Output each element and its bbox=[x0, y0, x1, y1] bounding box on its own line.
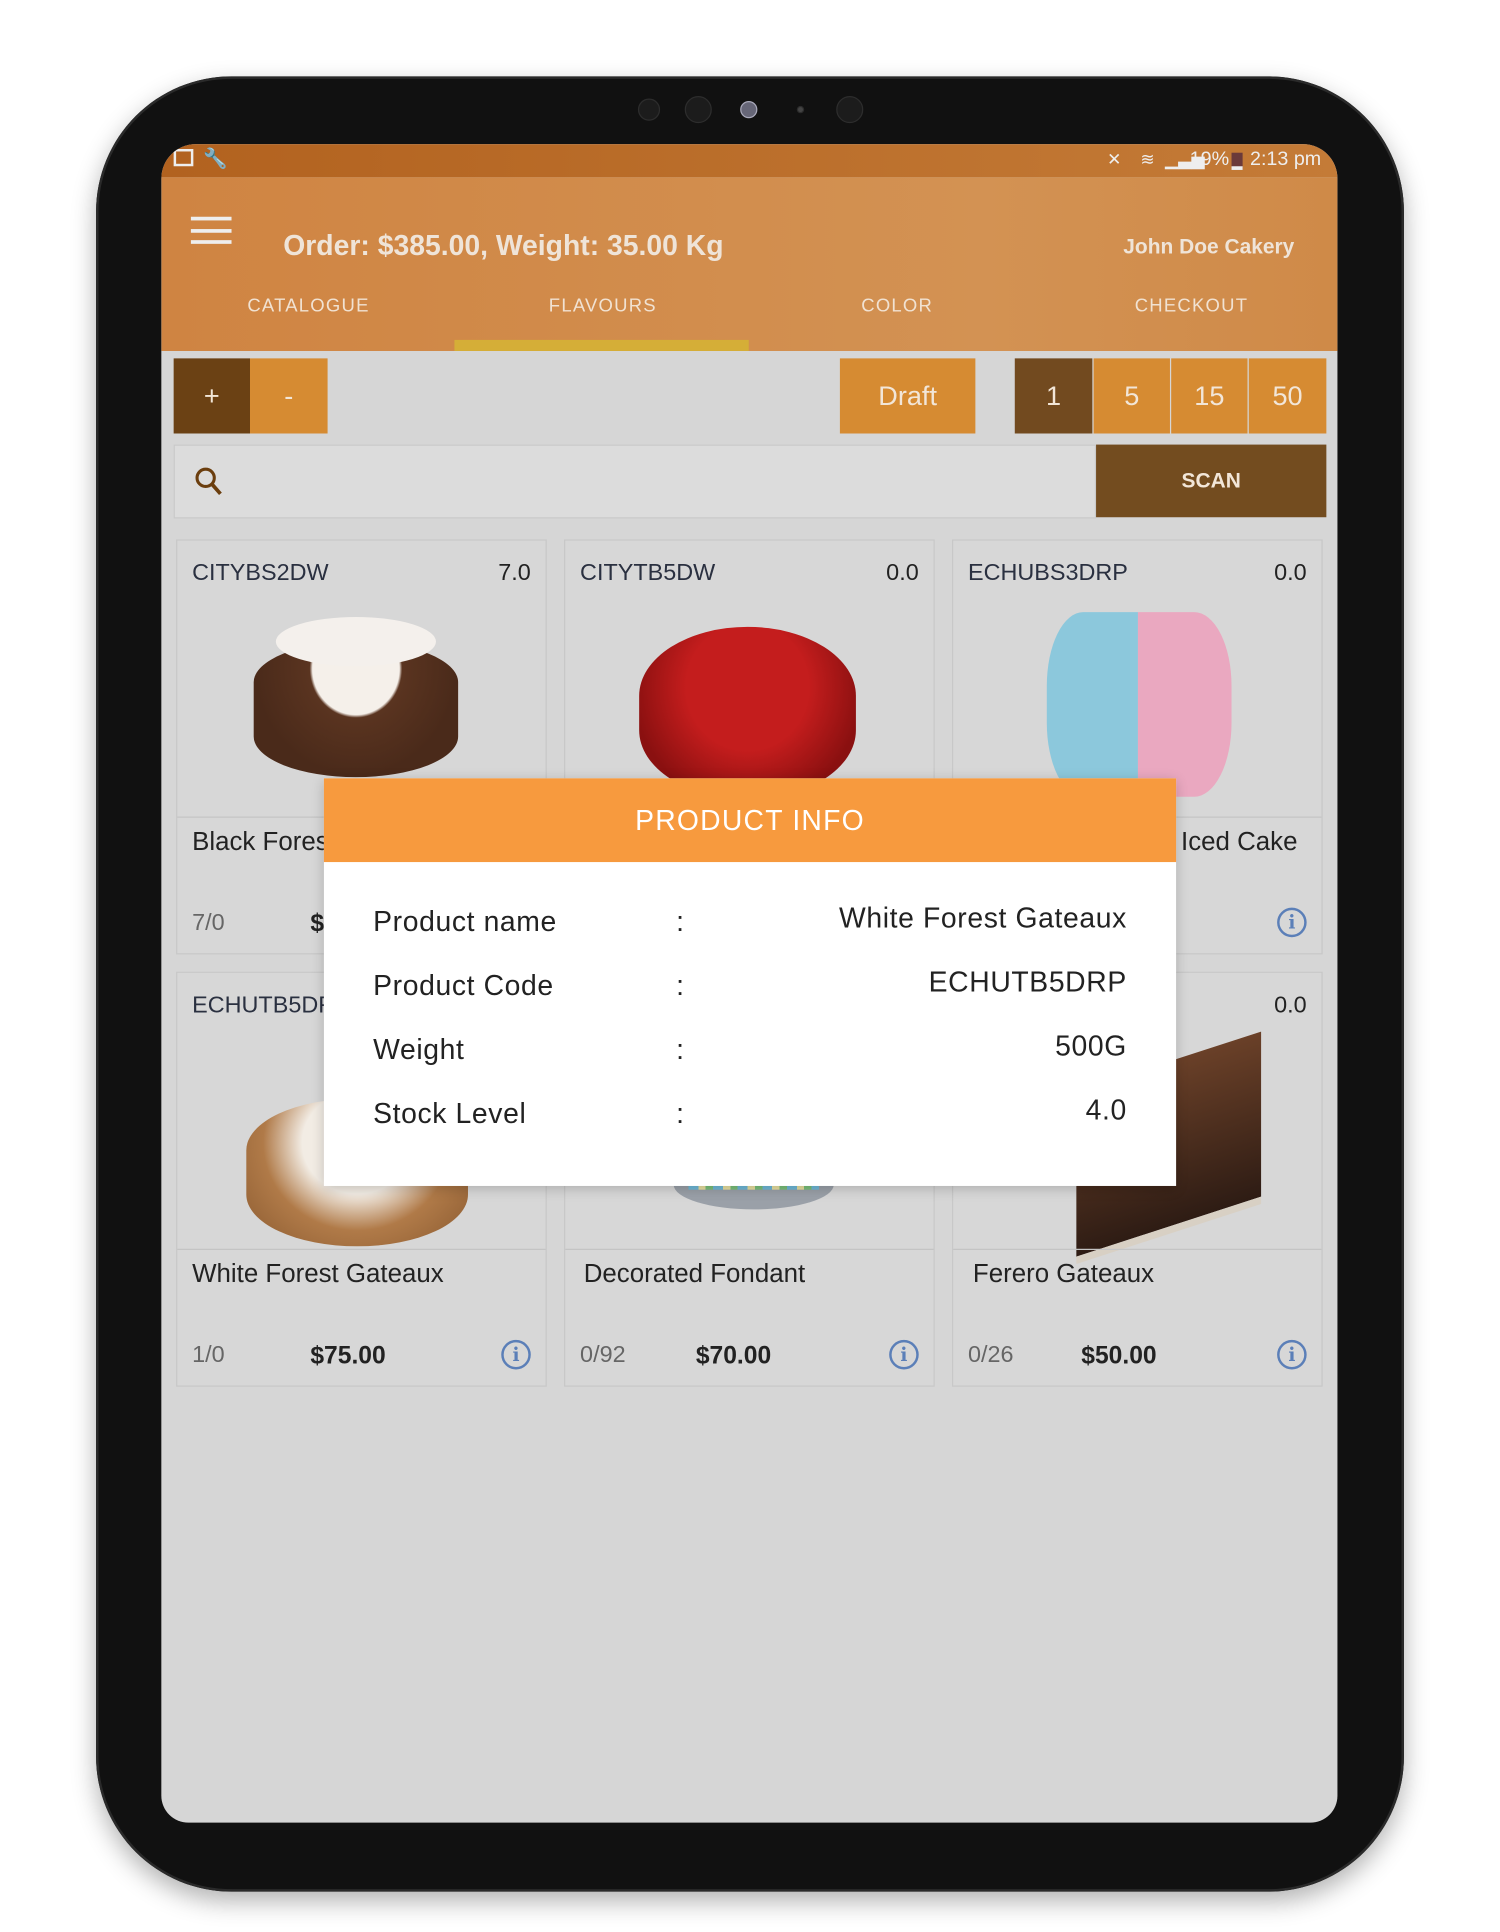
info-icon[interactable]: i bbox=[1277, 1339, 1307, 1370]
row-separator: : bbox=[676, 1097, 685, 1130]
product-price: $75.00 bbox=[310, 1342, 386, 1370]
product-name: White Forest Gateaux bbox=[192, 1259, 444, 1289]
row-separator: : bbox=[676, 1033, 685, 1066]
tab-indicator bbox=[454, 339, 749, 351]
search-icon bbox=[195, 467, 222, 496]
mute-icon: ✕ bbox=[1107, 149, 1122, 169]
row-value: ECHUTB5DRP bbox=[928, 965, 1127, 998]
qty-5-button[interactable]: 5 bbox=[1093, 358, 1170, 434]
order-summary: Order: $385.00, Weight: 35.00 Kg bbox=[283, 229, 724, 262]
product-price: $ bbox=[310, 910, 325, 938]
qty-50-button[interactable]: 50 bbox=[1248, 358, 1327, 434]
row-label: Product Code bbox=[373, 969, 554, 1002]
row-label: Product name bbox=[373, 905, 557, 938]
search-field[interactable] bbox=[173, 444, 1097, 519]
tab-flavours[interactable]: FLAVOURS bbox=[456, 296, 750, 317]
sensor bbox=[684, 96, 712, 124]
sensor bbox=[796, 105, 805, 114]
dialog-title: PRODUCT INFO bbox=[323, 778, 1177, 863]
row-value: 4.0 bbox=[1085, 1093, 1127, 1126]
product-quantity: 0.0 bbox=[1274, 992, 1307, 1019]
app-bar: Order: $385.00, Weight: 35.00 Kg John Do… bbox=[161, 177, 1338, 351]
wrench-icon: 🔧 bbox=[203, 149, 228, 170]
info-icon[interactable]: i bbox=[889, 1339, 919, 1370]
add-button[interactable]: + bbox=[173, 358, 251, 434]
product-code: CITYBS2DW bbox=[192, 560, 329, 587]
draft-button[interactable]: Draft bbox=[839, 358, 976, 434]
row-label: Stock Level bbox=[373, 1097, 527, 1130]
row-value: 500G bbox=[1055, 1029, 1127, 1062]
product-code: ECHUBS3DRP bbox=[967, 560, 1128, 587]
divider bbox=[565, 1248, 934, 1251]
qty-1-button[interactable]: 1 bbox=[1014, 358, 1093, 434]
status-bar: 🔧 ✕ ≋ ▁▃▅ 19% 2:13 pm bbox=[161, 144, 1338, 178]
sensor bbox=[836, 96, 864, 124]
product-quantity: 0.0 bbox=[1274, 560, 1307, 587]
sensor bbox=[637, 98, 661, 121]
battery-level: 19% bbox=[1189, 149, 1230, 170]
info-icon[interactable]: i bbox=[1277, 907, 1307, 938]
tab-catalogue[interactable]: CATALOGUE bbox=[161, 296, 455, 317]
tab-color[interactable]: COLOR bbox=[750, 296, 1044, 317]
product-price: $50.00 bbox=[1081, 1342, 1157, 1370]
row-value: White Forest Gateaux bbox=[839, 901, 1127, 934]
wifi-icon: ≋ bbox=[1140, 149, 1155, 169]
product-price: $70.00 bbox=[695, 1342, 772, 1370]
product-code: ECHUTB5DF bbox=[192, 992, 333, 1019]
info-icon[interactable]: i bbox=[501, 1339, 531, 1370]
menu-icon[interactable] bbox=[190, 216, 232, 244]
battery-icon bbox=[1231, 152, 1243, 170]
front-camera bbox=[740, 100, 758, 119]
product-stock: 0/92 bbox=[580, 1342, 626, 1369]
remove-button[interactable]: - bbox=[250, 358, 328, 434]
search-input[interactable] bbox=[236, 458, 1074, 505]
product-name: Black Fores bbox=[192, 827, 329, 856]
gallery-icon bbox=[173, 149, 194, 167]
tab-checkout[interactable]: CHECKOUT bbox=[1044, 296, 1337, 317]
product-code: CITYTB5DW bbox=[580, 560, 716, 587]
product-quantity: 7.0 bbox=[498, 560, 531, 587]
product-quantity: 0.0 bbox=[886, 560, 919, 587]
divider bbox=[953, 1248, 1322, 1251]
product-name: Iced Cake bbox=[1181, 827, 1298, 856]
divider bbox=[177, 1248, 546, 1251]
product-stock: 7/0 bbox=[192, 910, 225, 936]
clock: 2:13 pm bbox=[1250, 149, 1322, 170]
qty-15-button[interactable]: 15 bbox=[1171, 358, 1248, 434]
screen: 🔧 ✕ ≋ ▁▃▅ 19% 2:13 pm Order: $385.00, We… bbox=[161, 144, 1338, 1823]
store-name: John Doe Cakery bbox=[1123, 235, 1295, 259]
product-name: Decorated Fondant bbox=[583, 1259, 806, 1289]
row-separator: : bbox=[676, 905, 685, 938]
product-info-dialog: PRODUCT INFO Product name : White Forest… bbox=[323, 778, 1177, 1186]
product-stock: 1/0 bbox=[192, 1342, 225, 1369]
product-name: Ferero Gateaux bbox=[972, 1259, 1155, 1289]
product-stock: 0/26 bbox=[967, 1342, 1014, 1369]
scan-button[interactable]: SCAN bbox=[1096, 444, 1327, 518]
row-separator: : bbox=[676, 969, 685, 1002]
row-label: Weight bbox=[373, 1033, 465, 1066]
